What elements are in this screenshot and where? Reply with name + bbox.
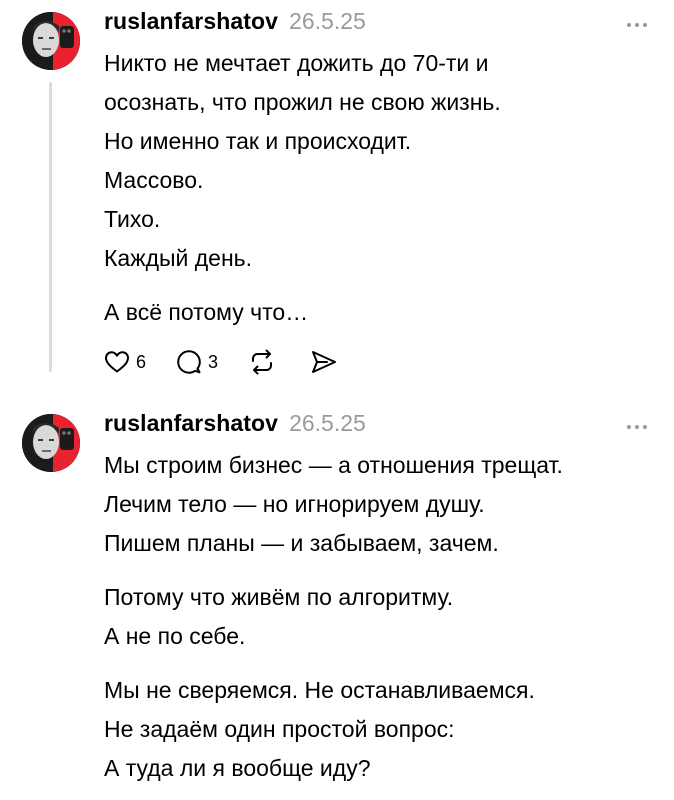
post-date: 26.5.25 bbox=[289, 8, 366, 34]
post-text-line: Но именно так и происходит. bbox=[104, 128, 412, 154]
post-text-line: Пишем планы — и забываем, зачем. bbox=[104, 530, 499, 556]
post-text-line: Каждый день. bbox=[104, 245, 253, 271]
avatar-image bbox=[22, 12, 80, 70]
post-text-line: Тихо. bbox=[104, 206, 161, 232]
repost-icon bbox=[248, 349, 276, 375]
post-text-line: А туда ли я вообще иду? bbox=[104, 755, 371, 781]
post-text-line: Лечим тело — но игнорируем душу. bbox=[104, 491, 485, 517]
avatar[interactable] bbox=[22, 12, 80, 70]
share-button[interactable] bbox=[310, 349, 338, 375]
post-2: ruslanfarshatov 26.5.25 Мы строим бизнес… bbox=[0, 395, 674, 800]
post-text-line: Мы не сверяемся. Не останавливаемся. bbox=[104, 677, 535, 703]
post-text-line: Потому что живём по алгоритму. bbox=[104, 584, 454, 610]
heart-icon bbox=[104, 350, 130, 374]
post-text-line: Массово. bbox=[104, 167, 204, 193]
post-text-line: Никто не мечтает дожить до 70-ти и bbox=[104, 50, 489, 76]
repost-button[interactable] bbox=[248, 349, 276, 375]
avatar[interactable] bbox=[22, 414, 80, 472]
post-1: ruslanfarshatov 26.5.25 Никто не мечтает… bbox=[0, 0, 674, 395]
reply-button[interactable]: 3 bbox=[176, 349, 218, 375]
post-header: ruslanfarshatov 26.5.25 bbox=[104, 410, 366, 442]
reply-count: 3 bbox=[208, 351, 219, 372]
post-header: ruslanfarshatov 26.5.25 bbox=[104, 8, 366, 40]
post-text-line: осознать, что прожил не свою жизнь. bbox=[104, 89, 501, 115]
username[interactable]: ruslanfarshatov bbox=[104, 410, 278, 437]
like-button[interactable]: 6 bbox=[104, 350, 146, 374]
thread-line bbox=[49, 82, 52, 372]
more-horizontal-icon[interactable] bbox=[622, 417, 652, 437]
username[interactable]: ruslanfarshatov bbox=[104, 8, 278, 35]
post-text-line: А всё потому что… bbox=[104, 299, 309, 325]
avatar-image bbox=[22, 414, 80, 472]
post-text-line: А не по себе. bbox=[104, 623, 246, 649]
like-count: 6 bbox=[136, 351, 147, 372]
post-text-line: Не задаём один простой вопрос: bbox=[104, 716, 455, 742]
comment-icon bbox=[176, 349, 202, 375]
send-icon bbox=[310, 349, 338, 375]
post-actions: 6 3 bbox=[104, 347, 338, 377]
post-text-line: Мы строим бизнес — а отношения трещат. bbox=[104, 452, 563, 478]
post-date: 26.5.25 bbox=[289, 410, 366, 436]
more-horizontal-icon[interactable] bbox=[622, 15, 652, 35]
